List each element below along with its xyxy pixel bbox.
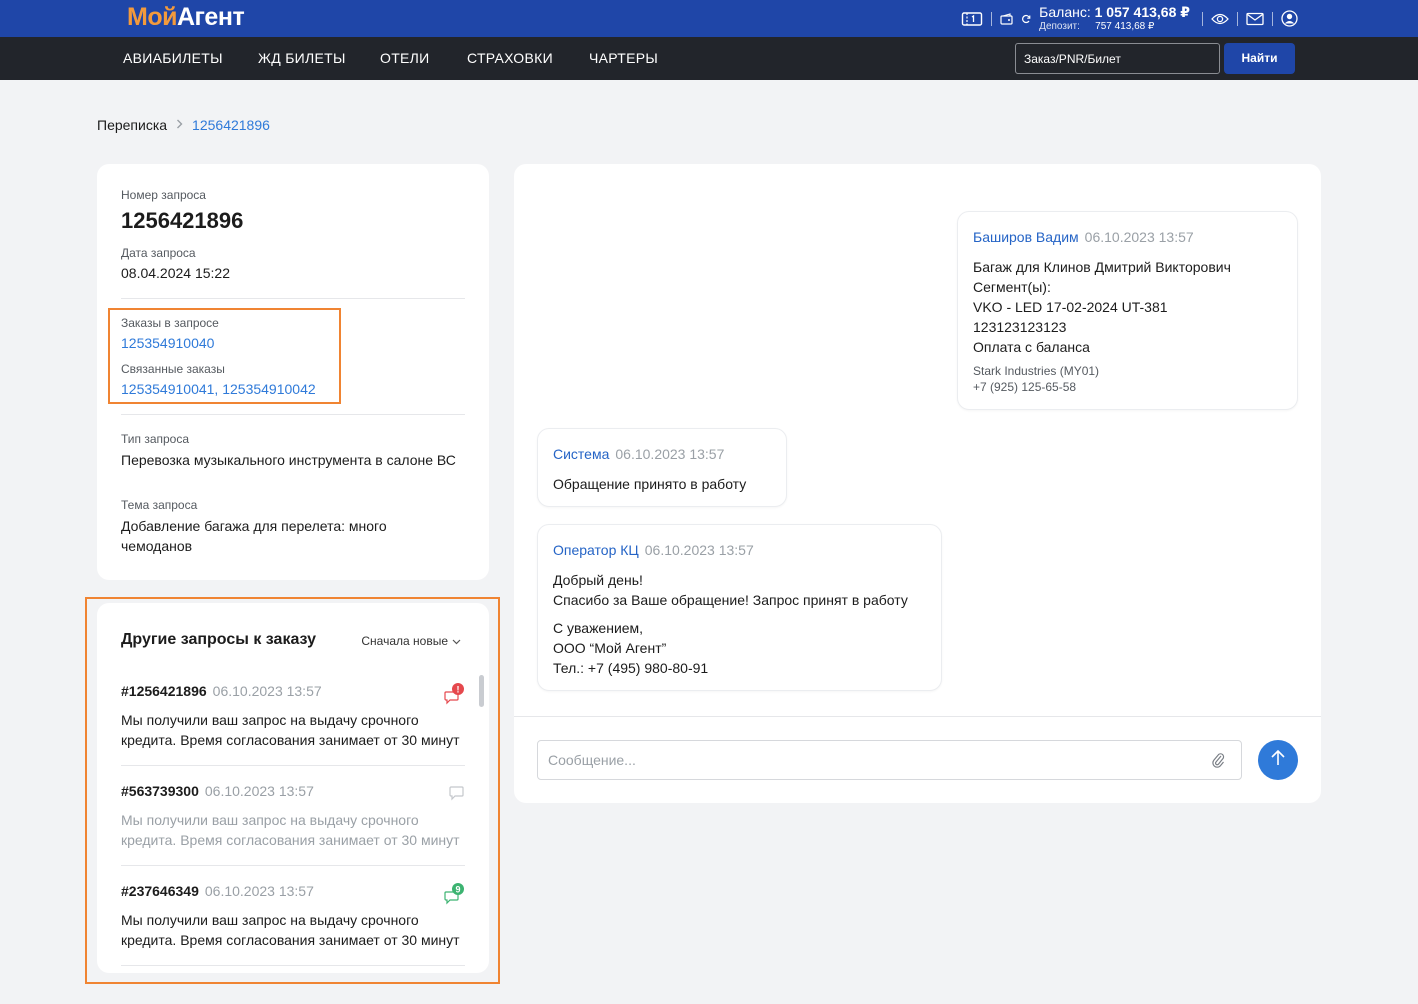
orders-highlight-frame	[108, 308, 341, 404]
balance-block: Баланс: 1 057 413,68 ₽ Депозит: 757 413,6…	[1039, 5, 1190, 32]
message-date: 06.10.2023 13:57	[615, 446, 725, 462]
message-line: С уважением,	[553, 620, 644, 636]
request-date: 08.04.2024 15:22	[121, 265, 230, 281]
order-search-input[interactable]	[1015, 43, 1220, 74]
message-company: Stark Industries (MY01)	[973, 364, 1100, 378]
message-phone: +7 (925) 125-65-58	[973, 380, 1077, 394]
message-author[interactable]: Оператор КЦ	[553, 542, 639, 558]
message-signature: Stark Industries (MY01) +7 (925) 125-65-…	[973, 363, 1282, 395]
logo-part-1: Мой	[127, 3, 177, 31]
top-bar: МойАгент Баланс: 1 057 413,68 ₽ Депозит:…	[0, 0, 1418, 37]
nav-item-charters[interactable]: ЧАРТЕРЫ	[589, 37, 658, 80]
message-body: Багаж для Клинов Дмитрий Викторович Сегм…	[973, 257, 1282, 357]
message-date: 06.10.2023 13:57	[1084, 229, 1194, 245]
message-line: Обращение принято в работу	[553, 476, 747, 492]
other-requests-highlight-frame	[85, 597, 500, 984]
send-button[interactable]	[1258, 740, 1298, 780]
breadcrumb-parent[interactable]: Переписка	[97, 117, 167, 133]
nav-item-hotels[interactable]: ОТЕЛИ	[380, 37, 430, 80]
ticket-icon[interactable]	[961, 11, 983, 27]
message-line: Добрый день!	[553, 572, 643, 588]
paperclip-icon[interactable]	[1211, 751, 1225, 774]
message-line: Спасибо за Ваше обращение! Запрос принят…	[553, 592, 908, 608]
chat-message: Система 06.10.2023 13:57 Обращение принят…	[537, 428, 787, 507]
message-author[interactable]: Система	[553, 446, 609, 462]
message-line: VKO - LED 17-02-2024 UT-381	[973, 299, 1168, 315]
message-line: ООО “Мой Агент”	[553, 640, 667, 656]
message-line: Сегмент(ы):	[973, 279, 1051, 295]
message-body: Обращение принято в работу	[553, 474, 771, 494]
top-right-tools: Баланс: 1 057 413,68 ₽ Депозит: 757 413,6…	[961, 0, 1298, 37]
chat-message: Баширов Вадим 06.10.2023 13:57 Багаж для …	[957, 211, 1298, 410]
chat-panel: Баширов Вадим 06.10.2023 13:57 Багаж для …	[514, 164, 1321, 803]
chat-message: Оператор КЦ 06.10.2023 13:57 Добрый день!…	[537, 524, 942, 691]
request-topic: Добавление багажа для перелета: много че…	[121, 518, 387, 554]
request-number: 1256421896	[121, 208, 244, 233]
logo[interactable]: МойАгент	[127, 3, 245, 32]
request-date-label: Дата запроса	[121, 246, 196, 260]
divider	[1237, 11, 1238, 26]
arrow-up-icon	[1270, 749, 1286, 772]
request-number-label: Номер запроса	[121, 188, 206, 202]
divider	[991, 11, 993, 26]
message-line: Тел.: +7 (495) 980-80-91	[553, 660, 709, 676]
deposit-label: Депозит:	[1039, 21, 1080, 32]
wallet-icon[interactable]	[1000, 12, 1014, 25]
divider	[1272, 11, 1273, 26]
message-line: Багаж для Клинов Дмитрий Викторович	[973, 259, 1231, 275]
nav-item-rail[interactable]: ЖД БИЛЕТЫ	[258, 37, 346, 80]
divider	[514, 716, 1321, 717]
request-topic-label: Тема запроса	[121, 498, 198, 512]
message-input[interactable]	[537, 740, 1242, 780]
divider	[121, 414, 465, 415]
logo-part-2: Агент	[176, 3, 245, 31]
divider	[121, 298, 465, 299]
message-body: Добрый день! Спасибо за Ваше обращение! …	[553, 570, 926, 678]
message-line: Оплата с баланса	[973, 339, 1090, 355]
divider	[1202, 11, 1203, 26]
user-icon[interactable]	[1281, 10, 1298, 27]
deposit-value: 757 413,68 ₽	[1095, 21, 1155, 32]
main-nav: АВИАБИЛЕТЫ ЖД БИЛЕТЫ ОТЕЛИ СТРАХОВКИ ЧАР…	[0, 37, 1418, 80]
breadcrumb: Переписка 1256421896	[97, 117, 270, 133]
balance-value: 1 057 413,68 ₽	[1094, 4, 1190, 20]
nav-item-insurance[interactable]: СТРАХОВКИ	[467, 37, 553, 80]
request-type-label: Тип запроса	[121, 432, 190, 446]
nav-item-avia[interactable]: АВИАБИЛЕТЫ	[123, 37, 223, 80]
chevron-right-icon	[176, 118, 183, 132]
eye-icon[interactable]	[1211, 13, 1229, 25]
breadcrumb-current: 1256421896	[192, 117, 270, 133]
mail-icon[interactable]	[1246, 12, 1264, 26]
search-button[interactable]: Найти	[1224, 43, 1295, 74]
message-date: 06.10.2023 13:57	[644, 542, 754, 558]
refresh-icon[interactable]	[1021, 14, 1031, 24]
message-author[interactable]: Баширов Вадим	[973, 229, 1079, 245]
balance-label: Баланс:	[1039, 4, 1091, 20]
request-type: Перевозка музыкального инструмента в сал…	[121, 452, 456, 468]
message-line: 123123123123	[973, 319, 1067, 335]
